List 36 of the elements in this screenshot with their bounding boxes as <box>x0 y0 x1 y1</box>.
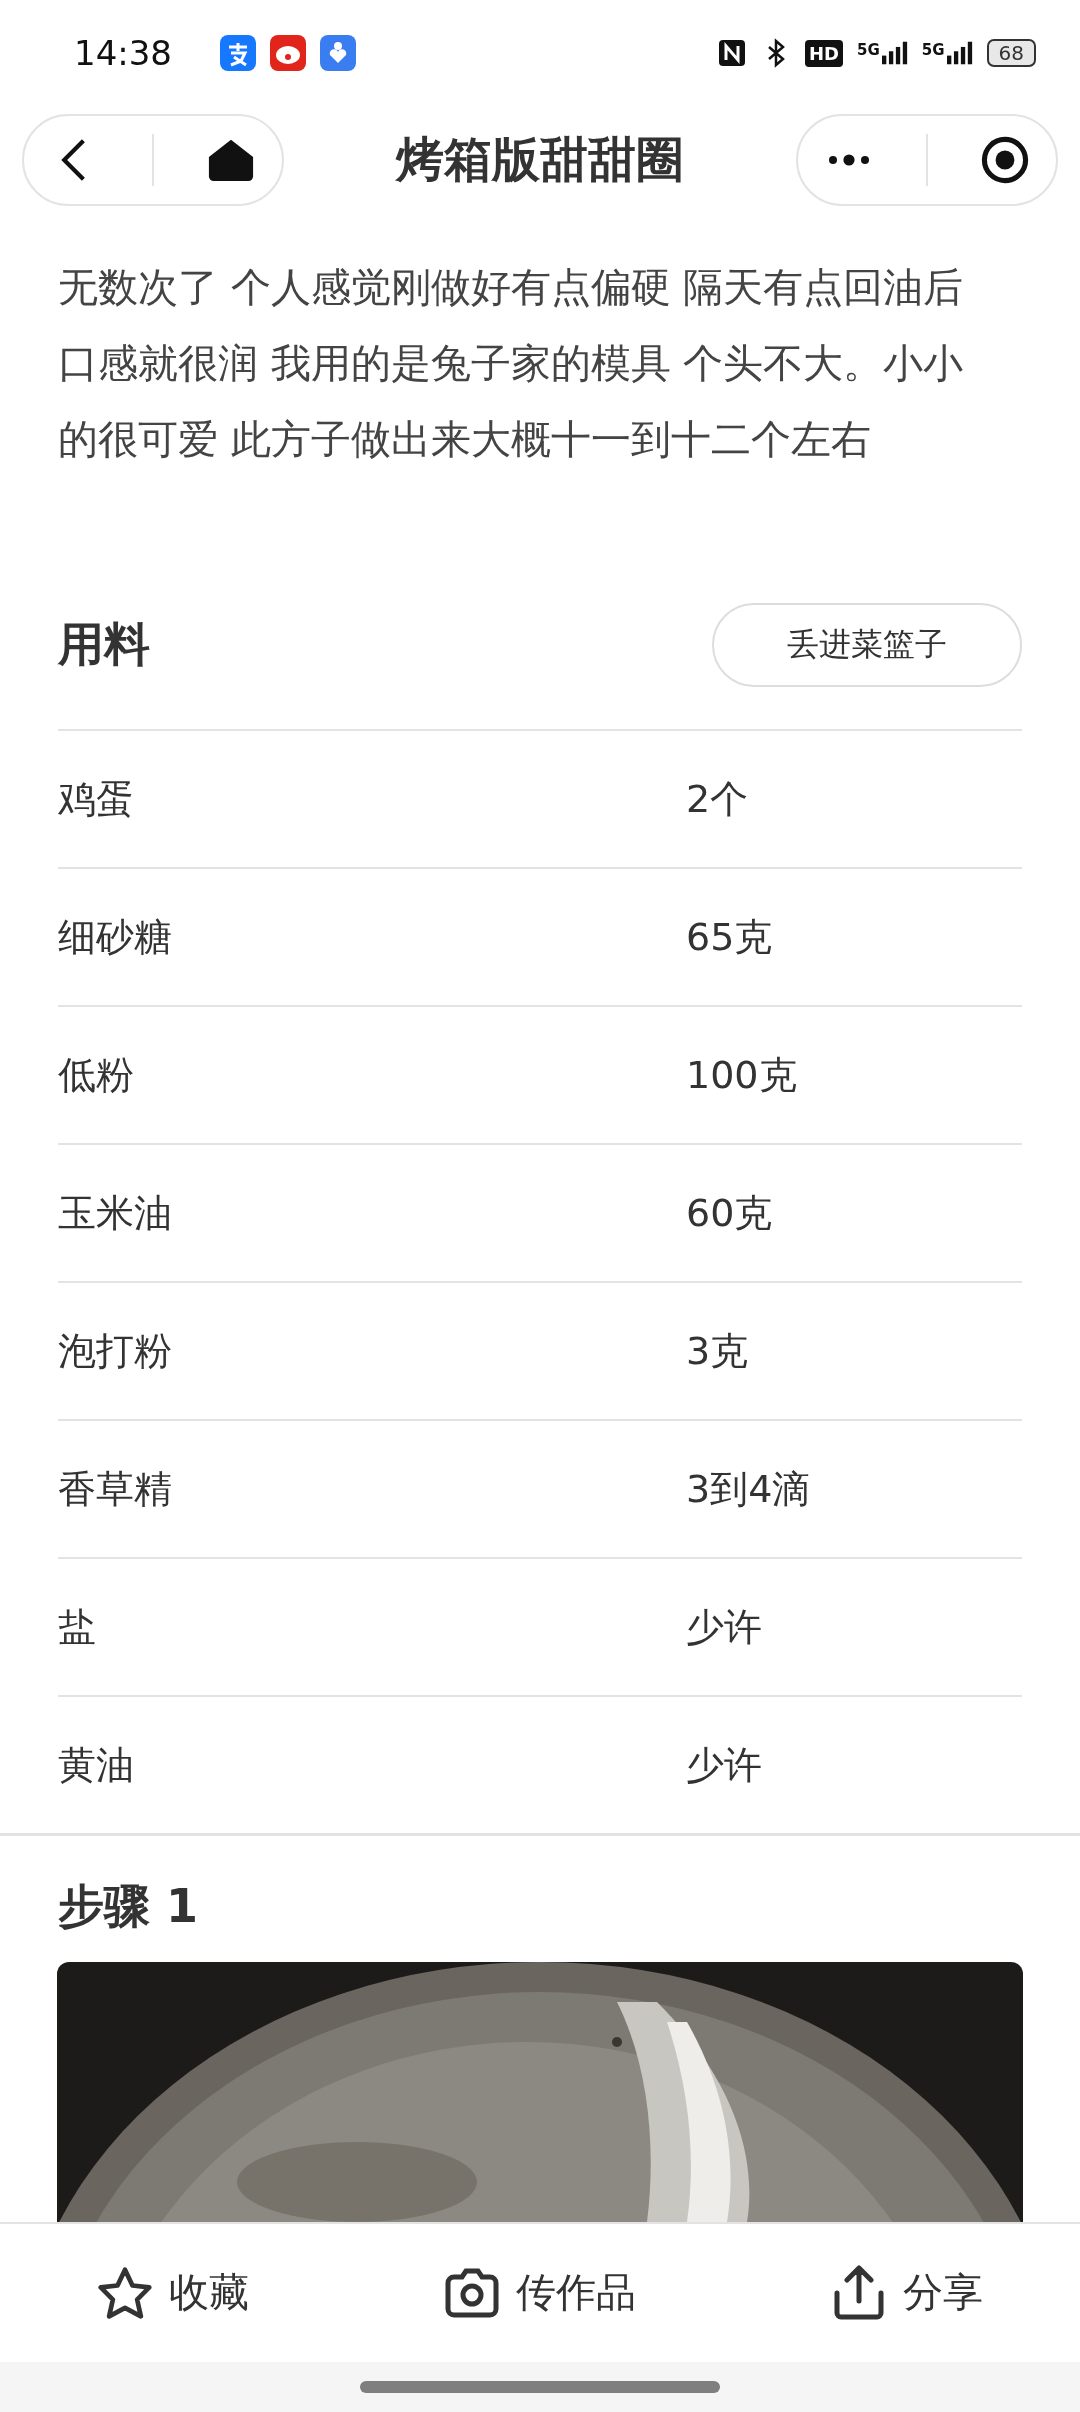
ingredient-name: 鸡蛋 <box>58 775 135 823</box>
ingredient-amount: 3到4滴 <box>686 1465 811 1513</box>
battery-indicator: 68 <box>986 39 1036 68</box>
ingredient-amount: 2个 <box>686 775 749 823</box>
recipe-description: 无数次了 个人感觉刚做好有点偏硬 隔天有点回油后 口感就很润 我用的是兔子家的模具 个头不大。小小 的很可爱 此方子做出来大概十一到十二个左右 <box>58 263 965 465</box>
signal-icon <box>946 41 973 66</box>
ingredient-name: 细砂糖 <box>58 913 173 961</box>
star-icon <box>97 2264 154 2321</box>
signal-icon <box>881 41 908 66</box>
ingredient-amount: 100克 <box>686 1051 797 1099</box>
ingredient-name: 玉米油 <box>58 1189 173 1237</box>
favorite-button[interactable]: 收藏 <box>97 2264 250 2321</box>
ingredient-name: 低粉 <box>58 1051 135 1099</box>
share-button[interactable]: 分享 <box>830 2264 983 2321</box>
ingredient-name: 香草精 <box>58 1465 173 1513</box>
network-label: 5G <box>857 41 880 60</box>
ingredient-name: 盐 <box>58 1603 97 1651</box>
ingredient-amount: 65克 <box>686 913 773 961</box>
home-indicator[interactable] <box>360 2380 720 2393</box>
status-time: 14:38 <box>74 33 172 74</box>
nfc-icon <box>717 38 748 69</box>
hd-badge: HD <box>805 39 844 67</box>
record-icon[interactable] <box>981 135 1030 184</box>
network-label: 5G <box>921 41 945 60</box>
ingredient-amount: 少许 <box>686 1741 762 1789</box>
heart-app-icon <box>320 35 356 72</box>
add-to-basket-button[interactable]: 丢进菜篮子 <box>712 603 1022 688</box>
ingredient-amount: 60克 <box>686 1189 773 1237</box>
ingredient-name: 黄油 <box>58 1741 135 1789</box>
payment-app-icon <box>220 35 256 72</box>
ingredient-amount: 少许 <box>686 1603 762 1651</box>
upload-button[interactable]: 传作品 <box>444 2264 636 2321</box>
ingredients-heading: 用料 <box>58 616 150 674</box>
ingredient-name: 泡打粉 <box>58 1327 173 1375</box>
page-title: 烤箱版甜甜圈 <box>396 129 684 189</box>
ingredient-amount: 3克 <box>686 1327 749 1375</box>
